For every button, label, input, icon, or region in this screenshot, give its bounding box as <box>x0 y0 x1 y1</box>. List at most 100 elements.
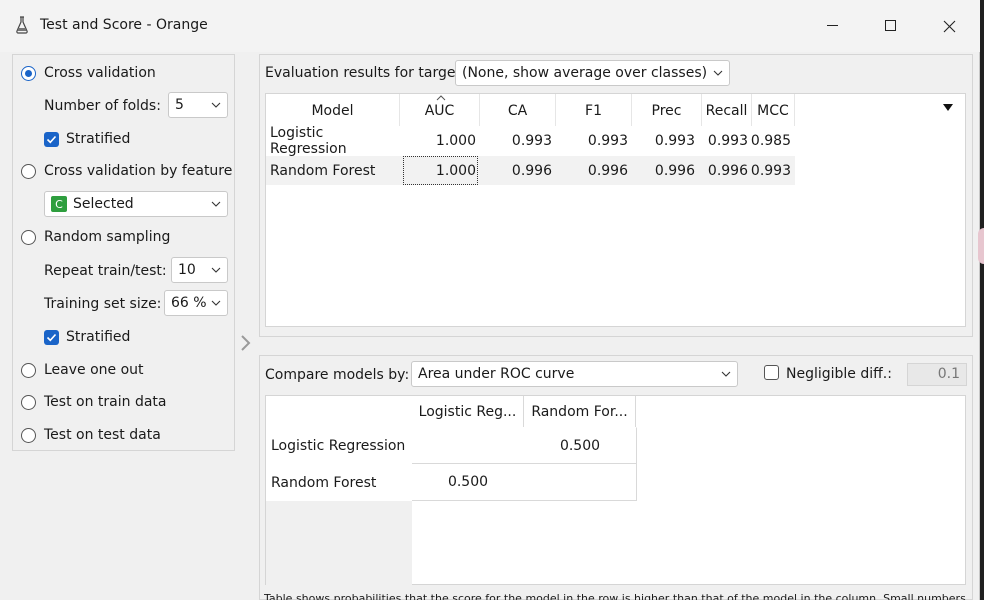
evaluation-panel: Evaluation results for target (None, sho… <box>259 54 973 337</box>
feature-value: Selected <box>73 196 134 212</box>
chevron-down-icon <box>211 201 221 207</box>
comparison-footnote: Table shows probabilities that the score… <box>264 592 966 600</box>
column-header-mcc[interactable]: MCC <box>752 94 795 127</box>
comparison-cell <box>412 427 525 464</box>
target-label: Evaluation results for target <box>265 65 461 81</box>
auc-cell[interactable]: 1.000 <box>400 126 476 155</box>
cv-by-feature-radio[interactable] <box>21 163 36 179</box>
mcc-cell[interactable]: 0.985 <box>751 126 791 155</box>
leave-one-out-label: Leave one out <box>44 362 144 378</box>
chevron-down-icon <box>211 267 221 273</box>
comparison-cell: 0.500 <box>524 427 637 464</box>
sampling-panel: Cross validation Number of folds: 5 Stra… <box>12 54 235 451</box>
folds-combo[interactable]: 5 <box>168 92 228 118</box>
test-on-train-label: Test on train data <box>44 394 167 410</box>
train-size-combo[interactable]: 66 % <box>164 290 228 316</box>
prec-cell[interactable]: 0.996 <box>632 156 695 185</box>
compare-label: Compare models by: <box>265 367 410 383</box>
stratified-cv-label: Stratified <box>66 131 131 147</box>
sort-ascending-icon <box>436 95 446 101</box>
leave-one-out-radio[interactable] <box>21 362 36 378</box>
stratified-rs-checkbox[interactable] <box>44 329 59 345</box>
comparison-cell <box>524 464 637 501</box>
categorical-feature-icon: C <box>51 196 67 212</box>
f1-cell[interactable]: 0.993 <box>556 126 628 155</box>
minimize-icon <box>827 25 838 26</box>
column-header-logistic-regression[interactable]: Logistic Reg... <box>412 396 524 427</box>
negligible-diff-input[interactable]: 0.1 <box>907 363 967 386</box>
cv-by-feature-option[interactable]: Cross validation by feature <box>21 161 232 181</box>
stratified-cv-checkbox[interactable] <box>44 131 59 147</box>
f1-cell[interactable]: 0.996 <box>556 156 628 185</box>
cross-validation-option[interactable]: Cross validation <box>21 63 156 83</box>
corner-header <box>266 396 412 427</box>
feature-combo[interactable]: C Selected <box>44 191 228 217</box>
compare-combo[interactable]: Area under ROC curve <box>411 361 738 387</box>
repeat-combo[interactable]: 10 <box>171 257 228 283</box>
stratified-rs-option[interactable]: Stratified <box>44 327 130 347</box>
chevron-right-icon[interactable] <box>239 334 253 352</box>
auc-cell-focused[interactable]: 1.000 <box>403 156 478 185</box>
repeat-label: Repeat train/test: <box>44 263 167 279</box>
mcc-cell[interactable]: 0.993 <box>751 156 791 185</box>
row-header-random-forest: Random Forest <box>271 475 377 491</box>
negligible-diff-checkbox[interactable] <box>764 365 779 380</box>
column-header-recall[interactable]: Recall <box>702 94 752 127</box>
test-on-test-radio[interactable] <box>21 427 36 443</box>
column-header-prec[interactable]: Prec <box>632 94 702 127</box>
close-button[interactable] <box>926 8 972 44</box>
chevron-down-icon <box>211 300 221 306</box>
checkmark-icon <box>46 333 57 341</box>
title-bar[interactable]: Test and Score - Orange <box>0 0 980 52</box>
train-size-row: Training set size: <box>44 291 161 317</box>
minimize-button[interactable] <box>810 8 856 44</box>
prec-cell[interactable]: 0.993 <box>632 126 695 155</box>
model-name: Random Forest <box>270 162 376 179</box>
train-size-value: 66 % <box>171 295 207 311</box>
chevron-down-icon <box>721 371 731 377</box>
leave-one-out-option[interactable]: Leave one out <box>21 360 144 380</box>
window-title: Test and Score - Orange <box>40 17 208 33</box>
chevron-down-icon <box>713 70 723 76</box>
row-header-logistic-regression: Logistic Regression <box>271 438 406 454</box>
ca-cell[interactable]: 0.996 <box>480 156 552 185</box>
random-sampling-radio[interactable] <box>21 229 36 245</box>
target-value: (None, show average over classes) <box>462 65 708 81</box>
cross-validation-radio[interactable] <box>21 65 36 81</box>
checkmark-icon <box>46 135 57 143</box>
recall-cell[interactable]: 0.993 <box>702 126 748 155</box>
stratified-rs-label: Stratified <box>66 329 131 345</box>
stratified-cv-option[interactable]: Stratified <box>44 129 130 149</box>
train-size-label: Training set size: <box>44 296 162 312</box>
folds-value: 5 <box>175 97 184 113</box>
test-on-train-radio[interactable] <box>21 394 36 410</box>
test-and-score-window: Test and Score - Orange Cross validation… <box>0 0 980 600</box>
maximize-button[interactable] <box>868 8 914 44</box>
target-combo[interactable]: (None, show average over classes) <box>455 60 730 86</box>
column-header-f1[interactable]: F1 <box>556 94 632 127</box>
column-header-ca[interactable]: CA <box>480 94 556 127</box>
comparison-table[interactable]: Logistic Reg... Random For... Logistic R… <box>265 395 966 585</box>
cross-validation-label: Cross validation <box>44 65 156 81</box>
chevron-down-icon <box>211 102 221 108</box>
model-name: Logistic Regression <box>270 124 347 157</box>
recall-cell[interactable]: 0.996 <box>702 156 748 185</box>
column-menu-icon[interactable] <box>943 104 953 111</box>
random-sampling-option[interactable]: Random sampling <box>21 227 170 247</box>
maximize-icon <box>885 20 896 31</box>
compare-panel: Compare models by: Area under ROC curve … <box>259 355 973 600</box>
folds-row: Number of folds: <box>44 93 161 119</box>
column-header-auc-label: AUC <box>424 102 455 119</box>
test-on-test-label: Test on test data <box>44 427 161 443</box>
column-header-model[interactable]: Model <box>266 94 400 127</box>
test-on-train-option[interactable]: Test on train data <box>21 392 166 412</box>
results-table[interactable]: Model AUC CA F1 Prec Recall MCC Logistic… <box>265 93 966 327</box>
negligible-diff-label: Negligible diff.: <box>786 366 892 382</box>
random-sampling-label: Random sampling <box>44 229 171 245</box>
column-header-random-forest[interactable]: Random For... <box>524 396 636 427</box>
cv-by-feature-label: Cross validation by feature <box>44 163 233 179</box>
test-on-test-option[interactable]: Test on test data <box>21 425 161 445</box>
repeat-row: Repeat train/test: <box>44 258 167 284</box>
ca-cell[interactable]: 0.993 <box>480 126 552 155</box>
compare-value: Area under ROC curve <box>418 366 575 382</box>
